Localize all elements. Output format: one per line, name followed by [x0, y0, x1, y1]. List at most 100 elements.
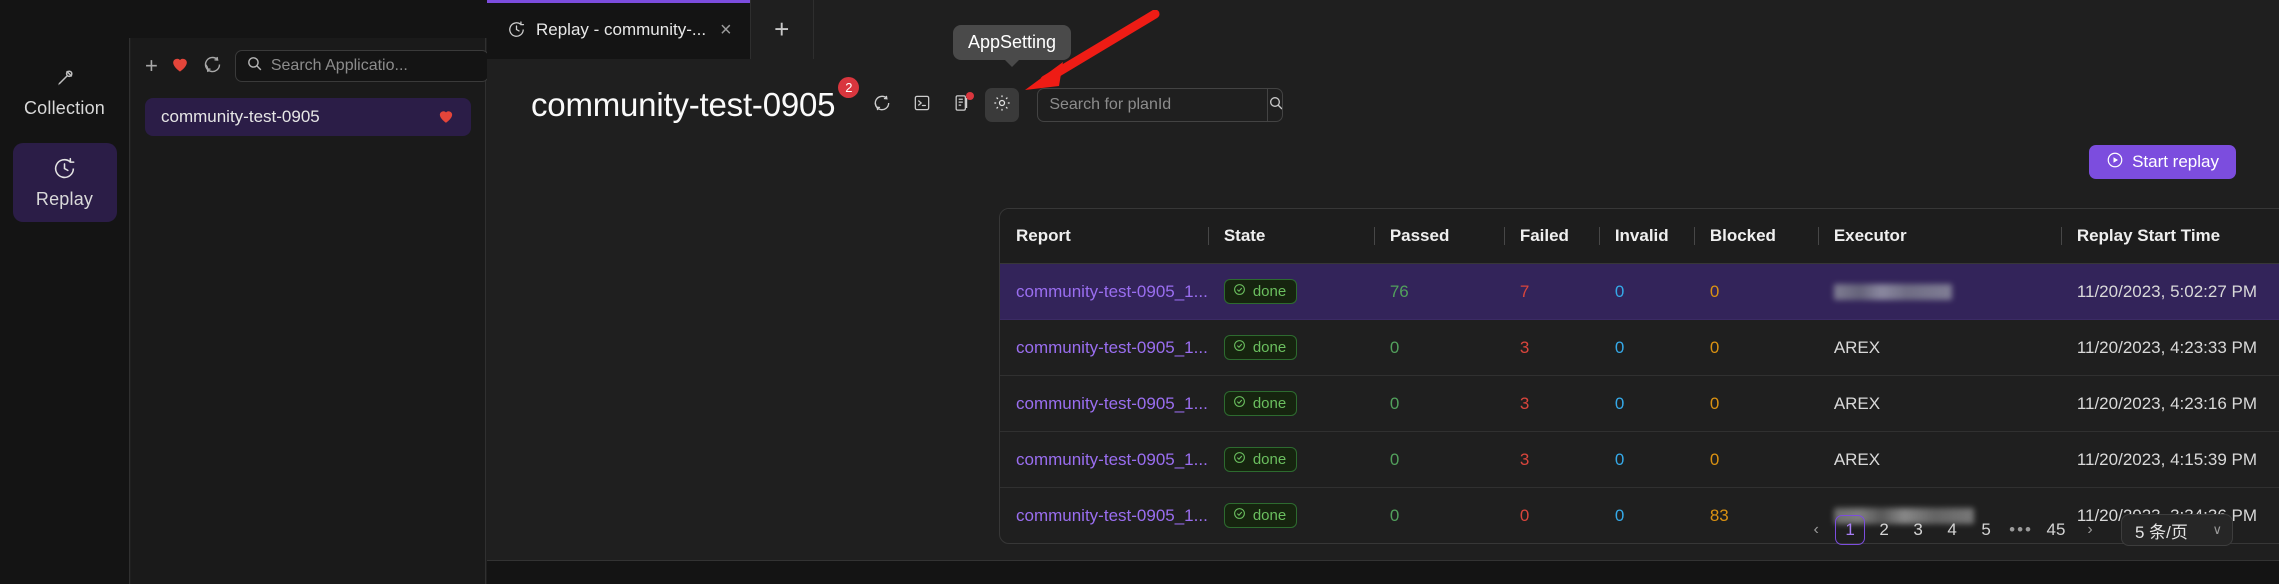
- state-label: done: [1252, 283, 1287, 300]
- cell-failed: 3: [1503, 319, 1599, 376]
- cell-passed: 76: [1373, 263, 1504, 320]
- cell-report: community-test-0905_1...: [1000, 375, 1208, 432]
- status-badge: done: [1223, 335, 1298, 360]
- cell-executor: [1817, 263, 2061, 320]
- close-icon[interactable]: ×: [716, 20, 736, 40]
- table-row[interactable]: community-test-0905_1... done 0: [1000, 431, 2279, 488]
- search-icon: [246, 55, 263, 77]
- pagination-last-page[interactable]: 45: [2041, 515, 2071, 545]
- report-link[interactable]: community-test-0905_1...: [1016, 338, 1208, 357]
- cell-invalid: 0: [1598, 263, 1694, 320]
- pagination-ellipsis[interactable]: •••: [2005, 515, 2037, 545]
- tab-label: Replay - community-...: [536, 19, 707, 39]
- refresh-button[interactable]: [865, 88, 899, 122]
- new-tab-button[interactable]: +: [749, 0, 814, 59]
- pagination-page-1[interactable]: 1: [1835, 515, 1866, 545]
- tooltip-content: AppSetting: [953, 25, 1072, 67]
- cell-failed: 3: [1503, 431, 1599, 488]
- sidebar-item-replay[interactable]: Replay: [12, 143, 117, 222]
- refresh-applications-button[interactable]: [202, 53, 223, 79]
- pagination-page-3[interactable]: 3: [1903, 515, 1933, 545]
- gear-icon: [992, 93, 1012, 118]
- script-console-button[interactable]: [905, 88, 939, 122]
- app-setting-button[interactable]: [985, 88, 1020, 122]
- heart-icon[interactable]: [437, 107, 455, 128]
- column-header-blocked[interactable]: Blocked: [1693, 209, 1818, 264]
- favorite-filter-button[interactable]: [170, 53, 190, 79]
- cell-failed: 7: [1503, 263, 1599, 320]
- cell-invalid: 0: [1598, 319, 1694, 376]
- refresh-icon: [202, 54, 223, 79]
- pagination-page-4[interactable]: 4: [1937, 515, 1967, 545]
- column-header-start-time[interactable]: Replay Start Time: [2060, 209, 2279, 264]
- plan-search-input[interactable]: [1038, 89, 1268, 121]
- application-search-box[interactable]: [234, 50, 489, 82]
- collection-icon: [13, 65, 117, 91]
- pagination: ‹ 1 2 3 4 5 ••• 45 › 5 条/页 ∨: [1801, 514, 2233, 546]
- cell-executor: AREX: [1817, 375, 2061, 432]
- sidebar-item-label: Collection: [23, 98, 106, 118]
- clock-replay-icon: [507, 20, 526, 39]
- cell-report: community-test-0905_1...: [1000, 263, 1208, 320]
- list-item[interactable]: community-test-0905: [145, 98, 471, 136]
- column-header-failed[interactable]: Failed: [1503, 209, 1599, 264]
- column-header-executor[interactable]: Executor: [1817, 209, 2061, 264]
- table-body: community-test-0905_1... done 76 7 0 0 1…: [1000, 263, 2279, 544]
- cell-start-time: 11/20/2023, 4:23:16 PM: [2060, 375, 2279, 432]
- application-name: community-test-0905: [161, 107, 320, 126]
- tab-replay[interactable]: Replay - community-... ×: [487, 0, 750, 59]
- redacted-value: [1833, 284, 1952, 301]
- cell-blocked: 0: [1693, 263, 1818, 320]
- column-header-passed[interactable]: Passed: [1373, 209, 1504, 264]
- column-header-state[interactable]: State: [1207, 209, 1374, 264]
- report-link[interactable]: community-test-0905_1...: [1016, 282, 1208, 301]
- table-header: Report State Passed Failed Invalid Block…: [1000, 209, 2279, 264]
- cell-report: community-test-0905_1...: [1000, 319, 1208, 376]
- status-badge: done: [1223, 447, 1298, 472]
- search-input[interactable]: [270, 57, 478, 75]
- cell-state: done: [1207, 375, 1374, 432]
- check-circle-icon: [1233, 283, 1246, 300]
- pagination-page-5[interactable]: 5: [1971, 515, 2001, 545]
- cell-executor: AREX: [1817, 319, 2061, 376]
- terminal-icon: [912, 93, 932, 118]
- status-badge: 2: [838, 77, 860, 98]
- plan-search-button[interactable]: [1267, 89, 1283, 121]
- cell-start-time: 11/20/2023, 4:15:39 PM: [2060, 431, 2279, 488]
- heart-icon: [170, 54, 190, 78]
- config-list-button[interactable]: [945, 88, 979, 122]
- state-label: done: [1252, 451, 1287, 468]
- table-row[interactable]: community-test-0905_1... done 0: [1000, 319, 2279, 376]
- check-circle-icon: [1233, 395, 1246, 412]
- report-link[interactable]: community-test-0905_1...: [1016, 450, 1208, 469]
- page-title: community-test-0905: [531, 86, 836, 123]
- cell-passed: 0: [1389, 505, 1400, 525]
- column-header-report[interactable]: Report: [1000, 209, 1208, 264]
- cell-state: done: [1207, 431, 1374, 488]
- status-badge: done: [1223, 279, 1298, 304]
- add-application-button[interactable]: +: [145, 53, 158, 79]
- pagination-next[interactable]: ›: [2075, 515, 2105, 545]
- pagination-page-2[interactable]: 2: [1869, 515, 1899, 545]
- cell-blocked: 0: [1693, 319, 1818, 376]
- table-row[interactable]: community-test-0905_1... done 0: [1000, 375, 2279, 432]
- cell-failed: 0: [1519, 505, 1530, 525]
- cell-state: done: [1207, 319, 1374, 376]
- pagination-prev[interactable]: ‹: [1801, 515, 1831, 545]
- report-link[interactable]: community-test-0905_1...: [1016, 394, 1208, 413]
- page-size-select[interactable]: 5 条/页 ∨: [2121, 514, 2233, 546]
- report-link[interactable]: community-test-0905_1...: [1016, 506, 1208, 525]
- cell-invalid: 0: [1598, 431, 1694, 488]
- play-circle-icon: [2106, 151, 2124, 174]
- cell-passed: 0: [1373, 319, 1504, 376]
- plan-search-box[interactable]: [1037, 88, 1284, 122]
- status-badge: done: [1223, 391, 1298, 416]
- column-header-invalid[interactable]: Invalid: [1598, 209, 1694, 264]
- cell-state: done: [1208, 488, 1374, 544]
- table-row[interactable]: community-test-0905_1... done 76 7 0 0 1…: [1000, 263, 2279, 320]
- sidebar-item-collection[interactable]: Collection: [13, 52, 117, 131]
- search-icon: [1268, 95, 1283, 116]
- cell-blocked: 83: [1709, 505, 1729, 525]
- tab-bar: Replay - community-... × +: [487, 0, 2279, 59]
- start-replay-button[interactable]: Start replay: [2089, 145, 2236, 179]
